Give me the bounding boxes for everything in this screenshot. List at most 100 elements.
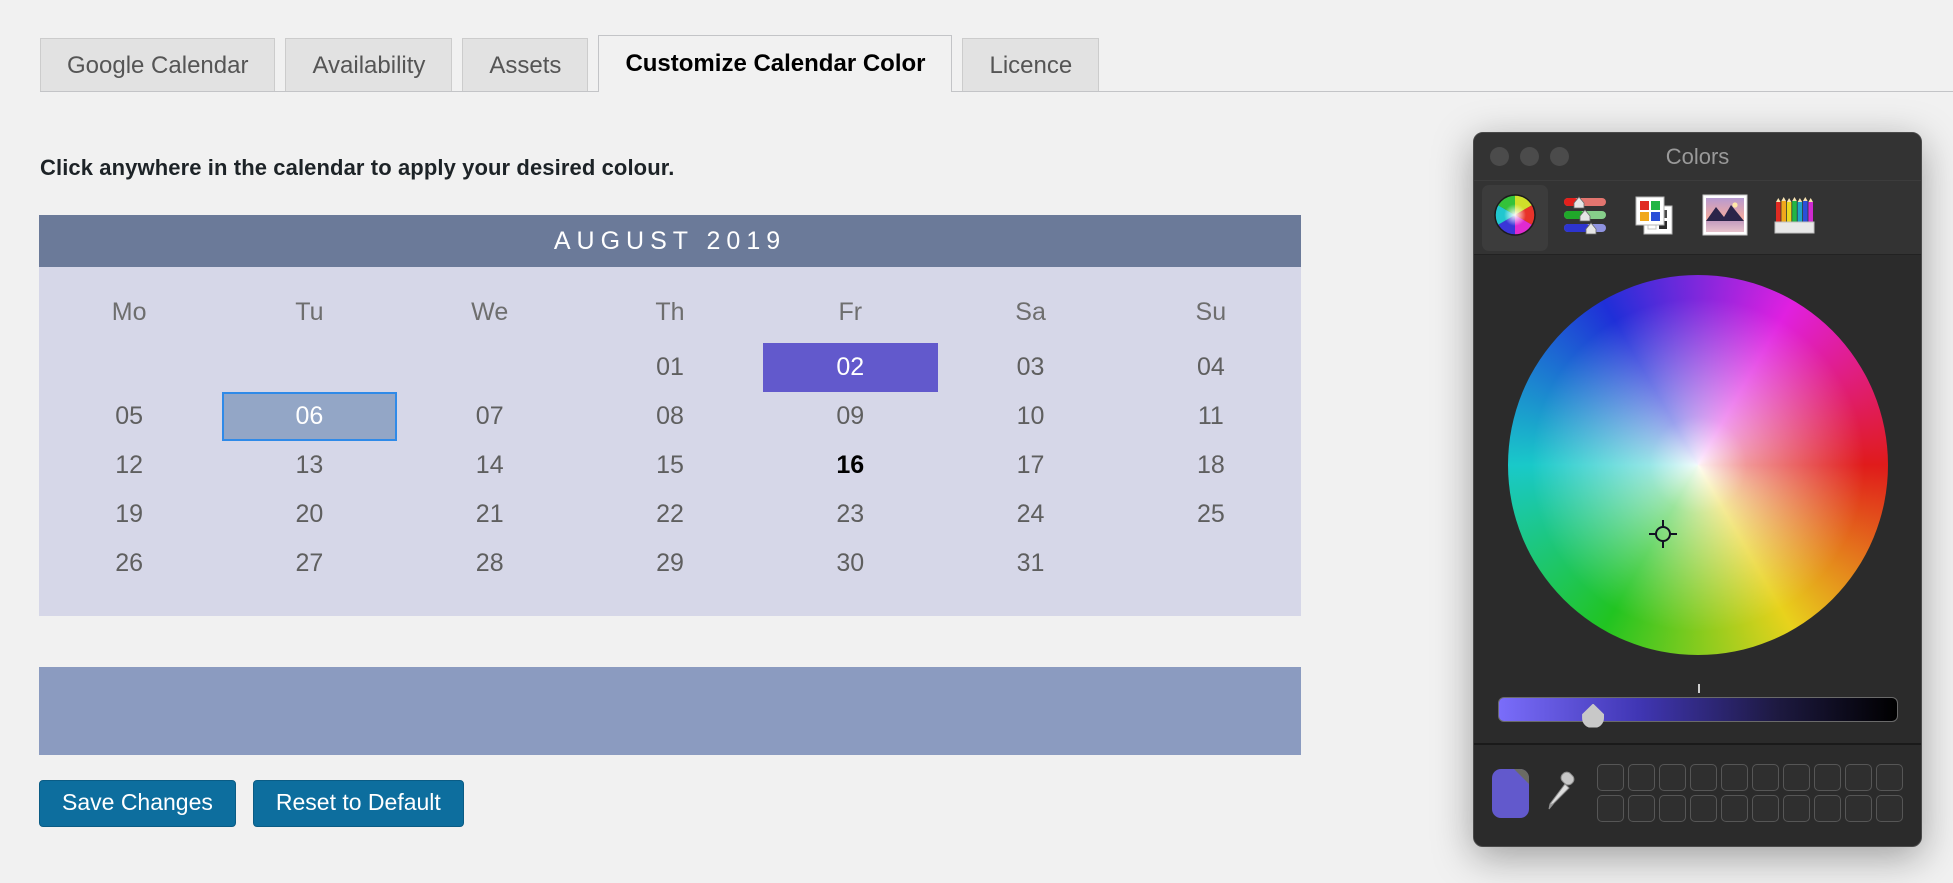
calendar-day-21[interactable]: 21 xyxy=(400,490,580,539)
calendar-day-18[interactable]: 18 xyxy=(1121,441,1301,490)
swatch-well[interactable] xyxy=(1690,795,1717,822)
calendar-month-title: AUGUST 2019 xyxy=(554,227,786,256)
calendar-day-13[interactable]: 13 xyxy=(219,441,399,490)
swatch-well[interactable] xyxy=(1659,764,1686,791)
calendar-day-empty xyxy=(400,343,580,392)
minimize-icon[interactable] xyxy=(1520,147,1539,166)
calendar-weeks[interactable]: 0102030405060708091011121314151617181920… xyxy=(39,343,1301,588)
calendar-day-30[interactable]: 30 xyxy=(760,539,940,588)
calendar-day-10[interactable]: 10 xyxy=(940,392,1120,441)
colors-panel-toolbar xyxy=(1474,181,1921,255)
calendar-day-24[interactable]: 24 xyxy=(940,490,1120,539)
calendar-day-05[interactable]: 05 xyxy=(39,392,219,441)
swatch-well[interactable] xyxy=(1814,764,1841,791)
calendar-week-row: 262728293031 xyxy=(39,539,1301,588)
calendar-day-label: 19 xyxy=(42,490,217,539)
color-sliders-tool-button[interactable] xyxy=(1552,185,1618,251)
calendar-day-29[interactable]: 29 xyxy=(580,539,760,588)
tab-label: Customize Calendar Color xyxy=(625,50,925,78)
swatch-well[interactable] xyxy=(1752,764,1779,791)
calendar-header[interactable]: AUGUST 2019 xyxy=(39,215,1301,267)
calendar-day-25[interactable]: 25 xyxy=(1121,490,1301,539)
swatch-well[interactable] xyxy=(1814,795,1841,822)
swatch-well[interactable] xyxy=(1876,764,1903,791)
tab-label: Licence xyxy=(989,52,1072,80)
calendar-day-label: 12 xyxy=(42,441,217,490)
eyedropper-icon[interactable] xyxy=(1543,771,1579,815)
tab-licence[interactable]: Licence xyxy=(962,38,1099,92)
calendar-day-07[interactable]: 07 xyxy=(400,392,580,441)
colors-panel[interactable]: Colors xyxy=(1473,132,1922,847)
calendar-day-02[interactable]: 02 xyxy=(760,343,940,392)
calendar-footer-color-bar[interactable] xyxy=(39,667,1301,755)
tab-assets[interactable]: Assets xyxy=(462,38,588,92)
calendar-day-15[interactable]: 15 xyxy=(580,441,760,490)
calendar-day-23[interactable]: 23 xyxy=(760,490,940,539)
active-tab-underline-gap xyxy=(599,91,951,93)
calendar-weekday-sa: Sa xyxy=(940,281,1120,343)
calendar-day-17[interactable]: 17 xyxy=(940,441,1120,490)
swatch-well[interactable] xyxy=(1597,795,1624,822)
reset-to-default-button[interactable]: Reset to Default xyxy=(253,780,464,827)
calendar-day-01[interactable]: 01 xyxy=(580,343,760,392)
swatch-well[interactable] xyxy=(1628,795,1655,822)
calendar-day-16[interactable]: 16 xyxy=(760,441,940,490)
calendar-day-03[interactable]: 03 xyxy=(940,343,1120,392)
color-palettes-tool-button[interactable] xyxy=(1622,185,1688,251)
swatch-well[interactable] xyxy=(1721,795,1748,822)
calendar-day-22[interactable]: 22 xyxy=(580,490,760,539)
color-wheel-tool-button[interactable] xyxy=(1482,185,1548,251)
calendar-day-label xyxy=(42,343,217,392)
swatch-well[interactable] xyxy=(1845,795,1872,822)
swatch-well[interactable] xyxy=(1628,764,1655,791)
zoom-icon[interactable] xyxy=(1550,147,1569,166)
calendar-day-09[interactable]: 09 xyxy=(760,392,940,441)
calendar-day-label: 13 xyxy=(222,441,397,490)
calendar-week-row: 12131415161718 xyxy=(39,441,1301,490)
calendar-widget[interactable]: AUGUST 2019 MoTuWeThFrSaSu 0102030405060… xyxy=(39,215,1301,616)
calendar-day-20[interactable]: 20 xyxy=(219,490,399,539)
calendar-day-06[interactable]: 06 xyxy=(219,392,399,441)
calendar-day-label: 15 xyxy=(582,441,757,490)
brightness-slider-track[interactable] xyxy=(1498,697,1898,722)
brightness-slider-area[interactable] xyxy=(1474,675,1921,745)
calendar-day-12[interactable]: 12 xyxy=(39,441,219,490)
tab-google-calendar[interactable]: Google Calendar xyxy=(40,38,275,92)
calendar-day-14[interactable]: 14 xyxy=(400,441,580,490)
calendar-day-28[interactable]: 28 xyxy=(400,539,580,588)
color-wheel-crosshair-icon[interactable] xyxy=(1648,519,1678,549)
color-wheel-area[interactable] xyxy=(1474,255,1921,675)
swatch-well[interactable] xyxy=(1783,764,1810,791)
save-changes-button[interactable]: Save Changes xyxy=(39,780,236,827)
calendar-day-27[interactable]: 27 xyxy=(219,539,399,588)
tab-availability[interactable]: Availability xyxy=(285,38,452,92)
swatch-well[interactable] xyxy=(1876,795,1903,822)
calendar-day-11[interactable]: 11 xyxy=(1121,392,1301,441)
calendar-day-08[interactable]: 08 xyxy=(580,392,760,441)
brightness-slider-handle[interactable] xyxy=(1582,704,1604,728)
calendar-day-19[interactable]: 19 xyxy=(39,490,219,539)
image-palettes-tool-button[interactable] xyxy=(1692,185,1758,251)
swatch-well[interactable] xyxy=(1721,764,1748,791)
swatch-well[interactable] xyxy=(1690,764,1717,791)
calendar-day-label: 18 xyxy=(1123,441,1298,490)
calendar-day-26[interactable]: 26 xyxy=(39,539,219,588)
swatch-well[interactable] xyxy=(1845,764,1872,791)
swatch-well[interactable] xyxy=(1659,795,1686,822)
color-wheel[interactable] xyxy=(1508,275,1888,655)
swatch-area xyxy=(1474,745,1921,841)
calendar-day-31[interactable]: 31 xyxy=(940,539,1120,588)
saved-swatch-grid[interactable] xyxy=(1597,764,1903,822)
close-icon[interactable] xyxy=(1490,147,1509,166)
tab-customize-calendar-color[interactable]: Customize Calendar Color xyxy=(598,35,952,92)
calendar-day-04[interactable]: 04 xyxy=(1121,343,1301,392)
calendar-body[interactable]: MoTuWeThFrSaSu 0102030405060708091011121… xyxy=(39,267,1301,616)
swatch-well[interactable] xyxy=(1597,764,1624,791)
swatch-well[interactable] xyxy=(1783,795,1810,822)
pencils-tool-button[interactable] xyxy=(1762,185,1828,251)
colors-panel-titlebar[interactable]: Colors xyxy=(1474,133,1921,181)
calendar-day-label: 08 xyxy=(582,392,757,441)
color-sliders-icon xyxy=(1562,195,1608,240)
current-color-swatch[interactable] xyxy=(1492,769,1529,818)
swatch-well[interactable] xyxy=(1752,795,1779,822)
